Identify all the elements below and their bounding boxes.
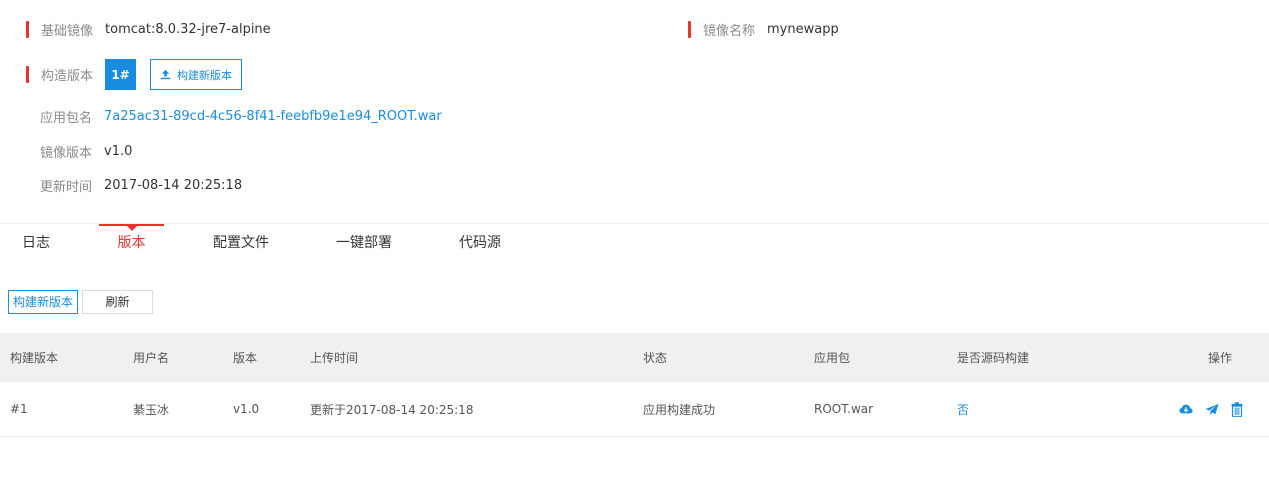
build-version-badge[interactable]: 1#: [105, 59, 137, 90]
cell-package: ROOT.war: [814, 402, 874, 416]
col-package: 应用包: [814, 351, 851, 365]
refresh-button[interactable]: 刷新: [82, 290, 153, 314]
image-version-value: v1.0: [104, 144, 133, 159]
row-actions: [1179, 382, 1243, 436]
build-new-version-button[interactable]: 构建新版本: [150, 59, 243, 90]
col-user: 用户名: [133, 351, 170, 365]
active-tab-arrow: [126, 226, 137, 231]
cell-user: 綦玉冰: [133, 402, 170, 417]
build-version-row: 构造版本 1# 构建新版本: [26, 59, 243, 90]
trash-icon[interactable]: [1231, 401, 1243, 417]
image-name-label: 镜像名称: [703, 24, 756, 39]
package-link[interactable]: 7a25ac31-89cd-4c56-8f41-feebfb9e1e94_ROO…: [104, 109, 442, 124]
tab-one-click-deploy-label: 一键部署: [336, 235, 392, 251]
build-new-version-label: 构建新版本: [177, 68, 233, 82]
tab-logs-label: 日志: [22, 235, 50, 251]
tab-bar: 日志 版本 配置文件 一键部署 代码源: [0, 224, 1269, 264]
update-time-label: 更新时间: [40, 180, 93, 195]
image-version-row: 镜像版本 v1.0: [40, 142, 132, 161]
col-source-build: 是否源码构建: [957, 351, 1030, 365]
cell-source-build[interactable]: 否: [957, 382, 969, 436]
update-time-value: 2017-08-14 20:25:18: [104, 178, 243, 193]
base-image-value: tomcat:8.0.32-jre7-alpine: [105, 22, 271, 37]
update-time-row: 更新时间 2017-08-14 20:25:18: [40, 176, 242, 195]
cell-version: v1.0: [233, 402, 260, 416]
build-new-button[interactable]: 构建新版本: [8, 290, 78, 314]
upload-icon: [160, 69, 171, 80]
tab-logs[interactable]: 日志: [22, 224, 50, 264]
tab-config-files-label: 配置文件: [213, 235, 269, 251]
send-icon[interactable]: [1205, 403, 1219, 416]
image-version-label: 镜像版本: [40, 146, 93, 161]
tab-versions-label: 版本: [117, 235, 146, 251]
tab-code-source-label: 代码源: [459, 235, 501, 251]
image-name-row: 镜像名称 mynewapp: [688, 20, 839, 39]
tab-versions[interactable]: 版本: [99, 224, 164, 264]
col-status: 状态: [643, 351, 668, 365]
tab-code-source[interactable]: 代码源: [459, 224, 501, 264]
section-marker: [26, 21, 29, 38]
table-row: #1 綦玉冰 v1.0 更新于2017-08-14 20:25:18 应用构建成…: [0, 382, 1269, 437]
build-version-label: 构造版本: [41, 69, 94, 84]
package-label: 应用包名: [40, 111, 93, 126]
package-row: 应用包名 7a25ac31-89cd-4c56-8f41-feebfb9e1e9…: [40, 107, 442, 126]
base-image-row: 基础镜像 tomcat:8.0.32-jre7-alpine: [26, 20, 271, 39]
tab-one-click-deploy[interactable]: 一键部署: [336, 224, 392, 264]
image-name-value: mynewapp: [767, 22, 839, 37]
table-header: 构建版本 用户名 版本 上传时间 状态 应用包 是否源码构建 操作: [0, 333, 1269, 382]
section-marker: [26, 66, 29, 83]
tab-config-files[interactable]: 配置文件: [213, 224, 269, 264]
cell-build: #1: [10, 402, 28, 416]
cell-upload-time: 更新于2017-08-14 20:25:18: [310, 402, 474, 417]
cell-status: 应用构建成功: [643, 402, 716, 417]
col-build-version: 构建版本: [10, 351, 59, 365]
col-version: 版本: [233, 351, 258, 365]
section-marker: [688, 21, 691, 38]
cloud-download-icon[interactable]: [1179, 403, 1193, 415]
base-image-label: 基础镜像: [41, 24, 94, 39]
col-upload-time: 上传时间: [310, 351, 359, 365]
col-actions: 操作: [1208, 351, 1233, 365]
